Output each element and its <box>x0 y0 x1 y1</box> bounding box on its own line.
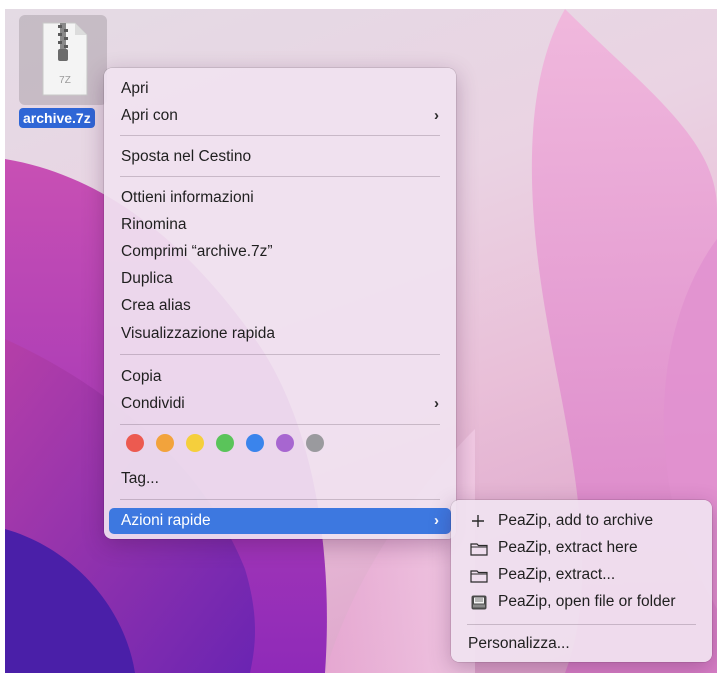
chevron-right-icon: › <box>434 107 439 124</box>
menu-item-copy[interactable]: Copia <box>109 364 451 390</box>
tag-red-dot[interactable] <box>126 434 144 452</box>
tray-icon <box>470 594 490 611</box>
menu-item-quick-look[interactable]: Visualizzazione rapida <box>109 321 451 347</box>
submenu-item-peazip-add-to-archive[interactable]: PeaZip, add to archive <box>456 508 707 534</box>
menu-item-compress[interactable]: Comprimi “archive.7z” <box>109 239 451 265</box>
submenu-item-label: PeaZip, add to archive <box>498 512 654 529</box>
menu-item-move-to-trash[interactable]: Sposta nel Cestino <box>109 144 451 170</box>
menu-item-label: Tag... <box>121 470 159 487</box>
menu-item-label: Crea alias <box>121 297 191 314</box>
tag-orange-dot[interactable] <box>156 434 174 452</box>
menu-item-label: Apri con <box>121 107 178 124</box>
menu-item-label: Copia <box>121 368 162 385</box>
menu-item-label: Sposta nel Cestino <box>121 148 252 165</box>
plus-icon <box>470 513 490 529</box>
submenu-item-peazip-open-file-or-folder[interactable]: PeaZip, open file or folder <box>456 589 707 615</box>
tag-purple-dot[interactable] <box>276 434 294 452</box>
menu-item-tags[interactable]: Tag... <box>109 466 451 492</box>
menu-item-label: Azioni rapide <box>121 512 211 529</box>
folder-icon <box>470 541 490 556</box>
file-icon-selection[interactable]: 7Z <box>19 15 107 105</box>
menu-item-open-with[interactable]: Apri con › <box>109 103 451 129</box>
menu-item-label: Ottieni informazioni <box>121 189 254 206</box>
file-name-label[interactable]: archive.7z <box>19 108 95 128</box>
menu-item-duplicate[interactable]: Duplica <box>109 266 451 292</box>
menu-item-label: Apri <box>121 80 149 97</box>
submenu-item-peazip-extract-here[interactable]: PeaZip, extract here <box>456 535 707 561</box>
menu-item-get-info[interactable]: Ottieni informazioni <box>109 185 451 211</box>
menu-item-label: Condividi <box>121 395 185 412</box>
menu-separator <box>120 354 440 355</box>
menu-item-rename[interactable]: Rinomina <box>109 212 451 238</box>
submenu-item-label: PeaZip, extract here <box>498 539 638 556</box>
zip-archive-icon: 7Z <box>42 22 88 96</box>
chevron-right-icon: › <box>434 395 439 412</box>
menu-separator <box>120 424 440 425</box>
tag-green-dot[interactable] <box>216 434 234 452</box>
menu-item-make-alias[interactable]: Crea alias <box>109 293 451 319</box>
tag-gray-dot[interactable] <box>306 434 324 452</box>
menu-item-label: Comprimi “archive.7z” <box>121 243 273 260</box>
context-menu: Apri Apri con › Sposta nel Cestino Ottien… <box>104 68 456 539</box>
menu-item-share[interactable]: Condividi › <box>109 391 451 417</box>
folder-icon <box>470 568 490 583</box>
chevron-right-icon: › <box>434 512 439 529</box>
submenu-item-label: PeaZip, open file or folder <box>498 593 676 610</box>
submenu-item-customize[interactable]: Personalizza... <box>456 631 707 657</box>
menu-separator <box>120 135 440 136</box>
menu-item-open[interactable]: Apri <box>109 76 451 102</box>
menu-item-quick-actions[interactable]: Azioni rapide › <box>109 508 451 534</box>
submenu-item-label: PeaZip, extract... <box>498 566 616 583</box>
menu-separator <box>120 499 440 500</box>
tag-blue-dot[interactable] <box>246 434 264 452</box>
quick-actions-submenu: PeaZip, add to archive PeaZip, extract h… <box>451 500 712 662</box>
menu-item-label: Duplica <box>121 270 173 287</box>
submenu-item-peazip-extract[interactable]: PeaZip, extract... <box>456 562 707 588</box>
menu-separator <box>467 624 696 625</box>
menu-item-label: Rinomina <box>121 216 187 233</box>
submenu-item-label: Personalizza... <box>468 635 570 652</box>
tag-yellow-dot[interactable] <box>186 434 204 452</box>
menu-separator <box>120 176 440 177</box>
menu-item-label: Visualizzazione rapida <box>121 325 275 342</box>
file-type-label: 7Z <box>59 75 71 86</box>
